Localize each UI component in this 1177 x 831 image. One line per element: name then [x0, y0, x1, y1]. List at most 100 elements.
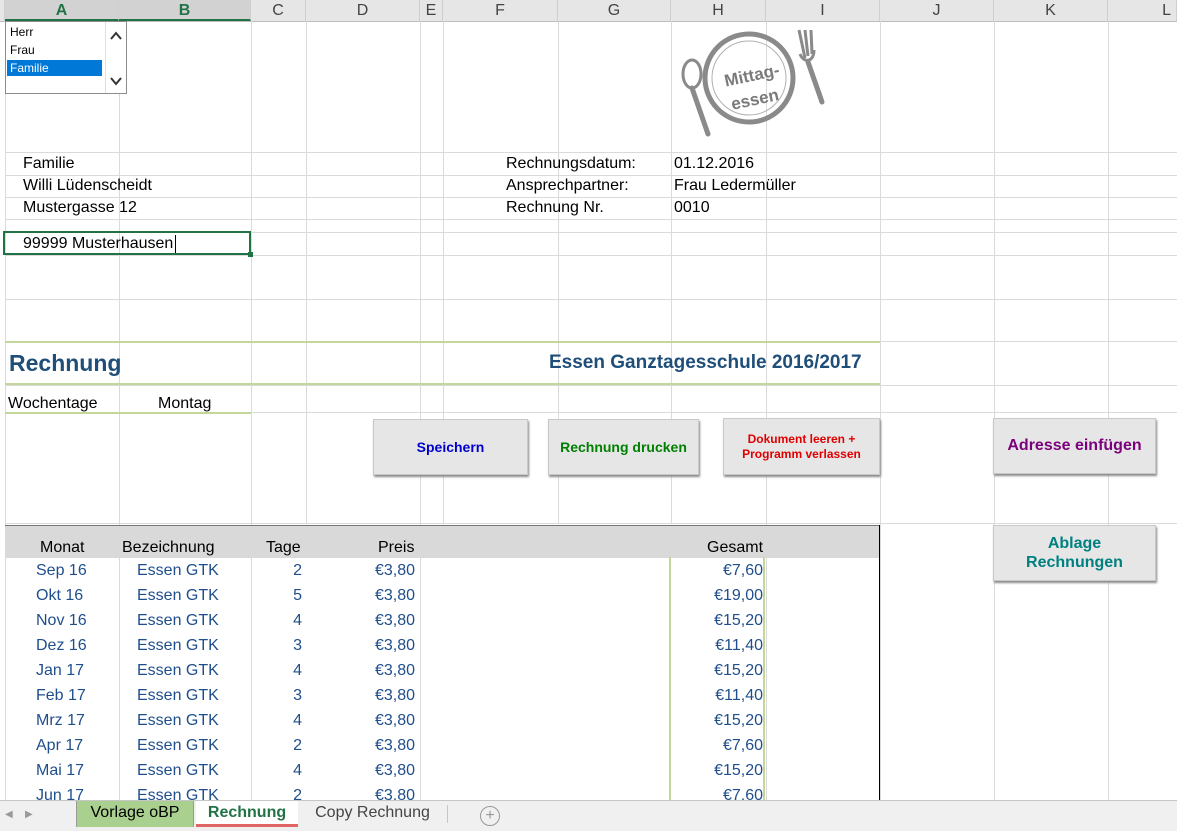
column-header-h[interactable]: H [671, 0, 766, 21]
cell-month[interactable]: Dez 16 [36, 637, 87, 655]
listbox-scroll-arrows-icon[interactable] [106, 22, 126, 93]
gridline [5, 219, 1177, 220]
cell-desc[interactable]: Essen GTK [137, 637, 219, 655]
gridline [5, 152, 1177, 153]
cell-month[interactable]: Mai 17 [36, 762, 84, 780]
cell-total[interactable]: €11,40 [715, 687, 763, 705]
invoice-number-value[interactable]: 0010 [674, 199, 710, 217]
tab-scroll-left-icon[interactable]: ◀ [5, 809, 13, 820]
cell-days[interactable]: 4 [293, 712, 302, 730]
cell-price[interactable]: €3,80 [375, 712, 415, 730]
listbox-scrollbar[interactable] [105, 22, 126, 93]
cell-desc[interactable]: Essen GTK [137, 687, 219, 705]
print-invoice-button-label: Rechnung drucken [560, 439, 687, 455]
cell-total[interactable]: €7,60 [723, 562, 763, 580]
listbox-item-frau[interactable]: Frau [7, 42, 102, 58]
cell-total[interactable]: €15,20 [714, 712, 763, 730]
cell-price[interactable]: €3,80 [375, 662, 415, 680]
column-header-l[interactable]: L [1108, 0, 1177, 21]
cell-desc[interactable]: Essen GTK [137, 737, 219, 755]
cell-total[interactable]: €11,40 [715, 637, 763, 655]
archive-button-label-line2: Rechnungen [1026, 554, 1123, 571]
heading-border-bottom [5, 383, 880, 385]
column-header-i[interactable]: I [766, 0, 880, 21]
column-header-k[interactable]: K [994, 0, 1108, 21]
cell-desc[interactable]: Essen GTK [137, 762, 219, 780]
tab-scroll-right-icon[interactable]: ▶ [25, 809, 33, 820]
add-sheet-icon[interactable]: + [480, 806, 500, 826]
cell-total[interactable]: €7,60 [723, 737, 763, 755]
salutation-listbox[interactable]: Herr Frau Familie [5, 21, 127, 94]
cell-days[interactable]: 3 [293, 637, 302, 655]
cell-month[interactable]: Mrz 17 [36, 712, 85, 730]
fill-handle[interactable] [248, 252, 253, 257]
listbox-item-familie[interactable]: Familie [7, 60, 102, 76]
column-header-j[interactable]: J [880, 0, 994, 21]
column-header-d[interactable]: D [306, 0, 420, 21]
cell-month[interactable]: Sep 16 [36, 562, 87, 580]
cell-days[interactable]: 4 [293, 612, 302, 630]
cell-days[interactable]: 4 [293, 762, 302, 780]
cell-month[interactable]: Apr 17 [36, 737, 83, 755]
invoice-date-label: Rechnungsdatum: [506, 155, 636, 172]
cell-desc[interactable]: Essen GTK [137, 562, 219, 580]
clear-and-exit-button[interactable]: Dokument leeren + Programm verlassen [723, 418, 880, 475]
cell-total[interactable]: €15,20 [714, 762, 763, 780]
table-header: Monat Bezeichnung Tage Preis Gesamt [5, 525, 879, 558]
cell-month[interactable]: Feb 17 [36, 687, 86, 705]
table-row: Jan 17 Essen GTK 4 €3,80 €15,20 [5, 659, 880, 684]
cell-desc[interactable]: Essen GTK [137, 712, 219, 730]
cell-days[interactable]: 3 [293, 687, 302, 705]
address-street[interactable]: Mustergasse 12 [23, 199, 137, 217]
cell-price[interactable]: €3,80 [375, 587, 415, 605]
cell-days[interactable]: 4 [293, 662, 302, 680]
column-header-e[interactable]: E [420, 0, 443, 21]
cell-desc[interactable]: Essen GTK [137, 612, 219, 630]
tab-rechnung[interactable]: Rechnung [196, 801, 298, 827]
cell-days[interactable]: 2 [293, 562, 302, 580]
address-salutation[interactable]: Familie [23, 155, 75, 173]
cell-price[interactable]: €3,80 [375, 737, 415, 755]
cell-price[interactable]: €3,80 [375, 612, 415, 630]
clear-button-label-line2: Programm verlassen [742, 446, 861, 461]
cell-days[interactable]: 5 [293, 587, 302, 605]
tab-copy-rechnung[interactable]: Copy Rechnung [300, 801, 445, 827]
column-header-b[interactable]: B [119, 0, 251, 21]
header-month: Monat [40, 539, 85, 556]
cell-desc[interactable]: Essen GTK [137, 587, 219, 605]
table-row: Okt 16 Essen GTK 5 €3,80 €19,00 [5, 584, 880, 609]
print-invoice-button[interactable]: Rechnung drucken [548, 419, 699, 475]
column-header-f[interactable]: F [443, 0, 558, 21]
column-header-g[interactable]: G [558, 0, 671, 21]
address-name[interactable]: Willi Lüdenscheidt [23, 177, 152, 195]
tab-vorlage-obp[interactable]: Vorlage oBP [76, 801, 194, 827]
gridline [5, 175, 1177, 176]
save-button[interactable]: Speichern [373, 419, 528, 475]
weekday-value[interactable]: Montag [158, 395, 211, 413]
cell-price[interactable]: €3,80 [375, 687, 415, 705]
cell-month[interactable]: Okt 16 [36, 587, 83, 605]
cell-total[interactable]: €15,20 [714, 662, 763, 680]
cell-price[interactable]: €3,80 [375, 762, 415, 780]
save-button-label: Speichern [416, 439, 485, 455]
cell-days[interactable]: 2 [293, 737, 302, 755]
archive-invoices-button[interactable]: Ablage Rechnungen [993, 525, 1156, 581]
cell-month[interactable]: Nov 16 [36, 612, 87, 630]
column-header-a[interactable]: A [5, 0, 119, 21]
cell-price[interactable]: €3,80 [375, 562, 415, 580]
insert-address-button[interactable]: Adresse einfügen [993, 418, 1156, 474]
cell-total[interactable]: €19,00 [714, 587, 763, 605]
column-header-c[interactable]: C [251, 0, 306, 21]
header-days: Tage [266, 539, 301, 556]
cell-price[interactable]: €3,80 [375, 637, 415, 655]
gridline [994, 21, 995, 800]
column-header-bar: A B C D E F G H I J K L [0, 0, 1177, 22]
listbox-item-herr[interactable]: Herr [7, 24, 102, 40]
contact-value[interactable]: Frau Ledermüller [674, 177, 796, 195]
header-description: Bezeichnung [122, 539, 215, 556]
cell-desc[interactable]: Essen GTK [137, 662, 219, 680]
invoice-date-value[interactable]: 01.12.2016 [674, 155, 754, 173]
cell-total[interactable]: €15,20 [714, 612, 763, 630]
cell-month[interactable]: Jan 17 [36, 662, 84, 680]
address-city[interactable]: 99999 Musterhausen [23, 235, 173, 253]
